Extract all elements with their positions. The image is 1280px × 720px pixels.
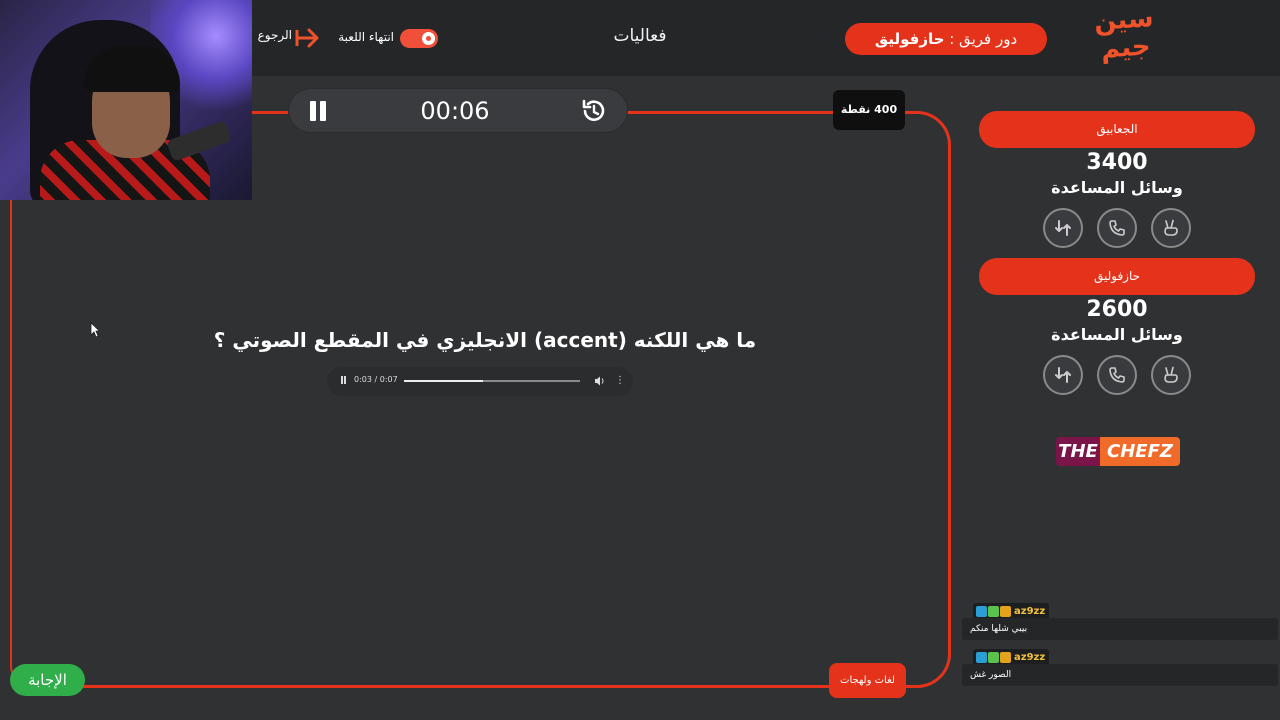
sponsor-logo-part1: THE — [1056, 437, 1100, 466]
page-title: فعاليات — [613, 26, 667, 46]
badge-icon — [988, 606, 999, 617]
more-options-icon[interactable]: ⋮ — [615, 375, 625, 387]
turn-indicator: دور فريق : حازفوليق — [845, 23, 1047, 55]
team-score: 2600 — [1086, 297, 1148, 322]
audio-progress-bar[interactable] — [404, 380, 580, 382]
turn-prefix: دور فريق : — [949, 30, 1018, 48]
points-badge: 400 نقطة — [833, 90, 905, 130]
arrow-right-icon[interactable] — [295, 26, 321, 50]
swap-question-button[interactable] — [1043, 355, 1083, 395]
team-aids-label: وسائل المساعدة — [1051, 325, 1183, 344]
two-answers-icon — [1164, 366, 1178, 383]
answer-button[interactable]: الإجابة — [10, 664, 85, 696]
audio-time: 0:03 / 0:07 — [354, 375, 398, 384]
two-answers-button[interactable] — [1151, 355, 1191, 395]
chat-message: الصور غش — [962, 664, 1278, 686]
badge-icon — [976, 606, 987, 617]
badge-icon — [988, 652, 999, 663]
webcam-overlay — [0, 0, 252, 200]
badge-icon — [1000, 606, 1011, 617]
team-aids-label: وسائل المساعدة — [1051, 178, 1183, 197]
phone-icon — [1109, 220, 1125, 236]
swap-question-button[interactable] — [1043, 208, 1083, 248]
call-friend-button[interactable] — [1097, 208, 1137, 248]
chat-message: بيبي شلها منكم — [962, 618, 1278, 640]
mouse-cursor-icon — [90, 322, 100, 338]
call-friend-button[interactable] — [1097, 355, 1137, 395]
end-game-button[interactable]: انتهاء اللعبة — [322, 30, 394, 44]
phone-icon — [1109, 367, 1125, 383]
audio-pause-icon[interactable] — [339, 376, 348, 386]
category-tag: لغات ولهجات — [829, 663, 906, 698]
swap-icon — [1055, 220, 1071, 236]
timer-display: 00:06 — [420, 97, 490, 125]
swap-icon — [1055, 367, 1071, 383]
toggle-knob — [422, 32, 435, 45]
badge-icon — [976, 652, 987, 663]
back-button[interactable]: الرجوع — [248, 28, 292, 42]
audio-progress-fill — [404, 380, 484, 382]
volume-icon[interactable] — [594, 375, 606, 387]
question-text: ما هي اللكنه (accent) الانجليزي في المقط… — [213, 328, 757, 352]
team-name-pill: حازفوليق — [979, 258, 1255, 295]
sponsor-logo-part2: CHEFZ — [1100, 437, 1180, 466]
sponsor-logo: THE CHEFZ — [1056, 437, 1180, 466]
reset-timer-icon[interactable] — [580, 97, 608, 125]
turn-team-name: حازفوليق — [874, 30, 945, 48]
team-name-pill: الجعابيق — [979, 111, 1255, 148]
logo: سين جيم — [1092, 3, 1155, 65]
end-game-toggle[interactable] — [400, 29, 438, 48]
pause-icon[interactable] — [305, 97, 331, 125]
badge-icon — [1000, 652, 1011, 663]
two-answers-button[interactable] — [1151, 208, 1191, 248]
two-answers-icon — [1164, 219, 1178, 236]
team-score: 3400 — [1086, 150, 1148, 175]
